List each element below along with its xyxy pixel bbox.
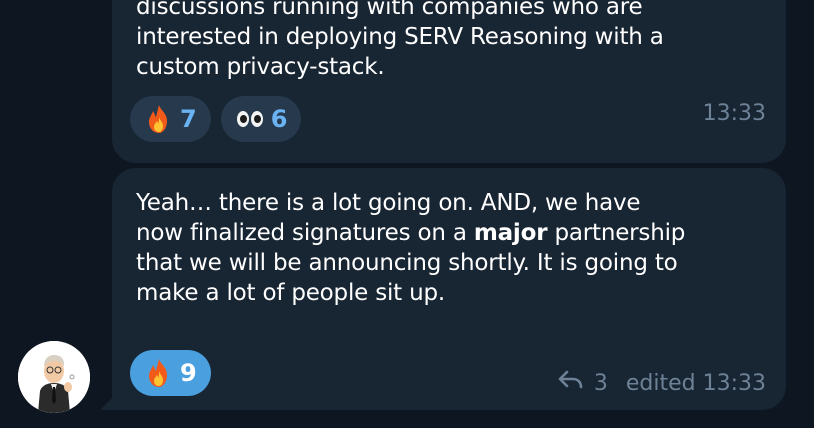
reaction-fire-button[interactable]: 9	[130, 350, 211, 396]
reaction-fire-button[interactable]: 7	[130, 96, 211, 142]
message-line: make a lot of people sit up.	[136, 278, 766, 308]
reactions-bar: 7 6	[130, 96, 302, 142]
message-line: interested in deploying SERV Reasoning w…	[136, 24, 664, 50]
chat-area: discussions running with companies who a…	[0, 0, 814, 428]
message-line: custom privacy-stack.	[136, 54, 385, 80]
text-run: Yeah… there is a lot going on. AND, we h…	[136, 190, 641, 216]
reaction-count: 7	[180, 105, 197, 133]
message-bubble[interactable]: Yeah… there is a lot going on. AND, we h…	[112, 168, 786, 410]
avatar[interactable]	[18, 341, 90, 413]
replies-button[interactable]: 3	[558, 370, 608, 396]
message-line: now finalized signatures on a major part…	[136, 218, 766, 248]
text-run: that we will be announcing shortly. It i…	[136, 250, 678, 276]
edited-time: edited 13:33	[625, 370, 766, 396]
message-meta: 13:33	[703, 101, 766, 126]
text-run: make a lot of people sit up.	[136, 280, 445, 306]
message-line: discussions running with companies who a…	[136, 0, 643, 20]
reply-count: 3	[593, 370, 608, 396]
message-line: that we will be announcing shortly. It i…	[136, 248, 766, 278]
message-line: Yeah… there is a lot going on. AND, we h…	[136, 188, 766, 218]
reaction-count: 6	[270, 105, 288, 133]
message-text: discussions running with companies who a…	[136, 0, 766, 82]
bold-text-run: major	[473, 220, 548, 246]
reaction-count: 9	[180, 359, 197, 387]
text-run: now finalized signatures on a	[136, 220, 474, 246]
message-time: 13:33	[702, 101, 766, 126]
text-run: partnership	[547, 220, 686, 246]
reactions-bar: 9	[130, 350, 211, 396]
fire-icon	[144, 358, 174, 388]
message-bubble[interactable]: discussions running with companies who a…	[112, 0, 786, 163]
message-text: Yeah… there is a lot going on. AND, we h…	[136, 188, 766, 308]
message-meta: 3 edited 13:33	[558, 370, 766, 396]
reply-icon	[558, 370, 584, 396]
eyes-icon	[235, 111, 265, 127]
fire-icon	[144, 104, 174, 134]
reaction-eyes-button[interactable]: 6	[220, 96, 302, 142]
